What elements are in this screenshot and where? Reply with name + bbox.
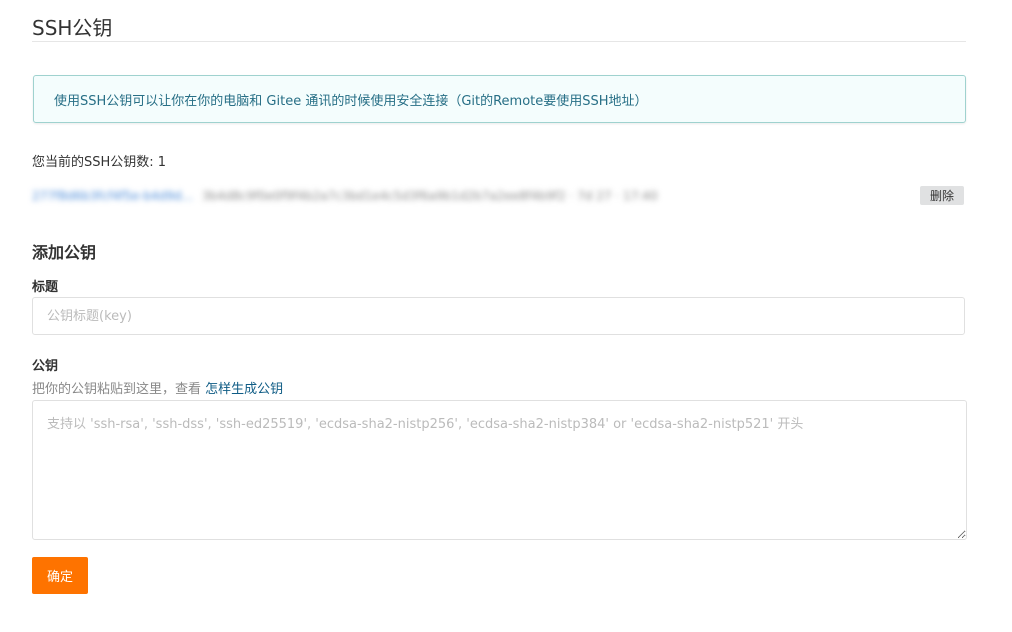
how-to-generate-key-link[interactable]: 怎样生成公钥 xyxy=(205,382,283,397)
title-label: 标题 xyxy=(32,280,59,295)
delete-key-button[interactable]: 删除 xyxy=(920,186,964,205)
add-key-heading: 添加公钥 xyxy=(32,243,97,262)
title-divider xyxy=(32,41,966,42)
ssh-key-fingerprint: 3b4d8c9f0e0f9f4b2a7c3bd1e4c5d3f6a9b1d2b7… xyxy=(202,189,658,203)
public-key-hint: 把你的公钥粘贴到这里，查看 怎样生成公钥 xyxy=(32,378,283,397)
info-message-text: 使用SSH公钥可以让你在你的电脑和 Gitee 通讯的时候使用安全连接（Git的… xyxy=(54,93,648,109)
info-message: 使用SSH公钥可以让你在你的电脑和 Gitee 通讯的时候使用安全连接（Git的… xyxy=(33,75,966,123)
public-key-textarea[interactable] xyxy=(32,400,967,540)
public-key-hint-text: 把你的公钥粘贴到这里，查看 xyxy=(32,382,206,397)
ssh-key-row: 277f8d6b3fcf4f5e-b4d9d... 3b4d8c9f0e0f9f… xyxy=(32,184,966,208)
ssh-key-title[interactable]: 277f8d6b3fcf4f5e-b4d9d... xyxy=(32,189,193,203)
key-title-input[interactable] xyxy=(32,297,965,335)
page-title: SSH公钥 xyxy=(32,16,113,40)
ssh-key-count: 您当前的SSH公钥数: 1 xyxy=(32,155,167,170)
public-key-label: 公钥 xyxy=(32,359,59,374)
submit-button[interactable]: 确定 xyxy=(32,557,88,594)
